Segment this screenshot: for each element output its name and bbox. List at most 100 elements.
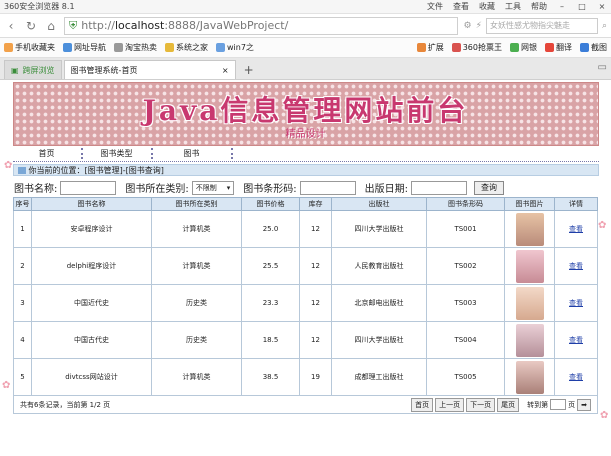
back-icon[interactable]: ‹	[4, 19, 18, 33]
page-number-input[interactable]	[550, 399, 567, 410]
navigation-bar: ‹ ↻ ⌂ ⛨ http://localhost:8888/JavaWebPro…	[0, 14, 611, 38]
tab-close-icon[interactable]: ×	[222, 66, 229, 75]
cell-no: 2	[13, 247, 32, 285]
cell-price: 23.3	[241, 284, 300, 322]
menu-tools[interactable]: 工具	[505, 1, 521, 12]
cell-type: 计算机类	[151, 247, 242, 285]
book-thumbnail[interactable]	[515, 323, 544, 357]
cell-type: 历史类	[151, 321, 242, 359]
book-thumbnail[interactable]	[515, 249, 544, 283]
cell-barcode: TS002	[426, 247, 505, 285]
cell-image	[504, 247, 555, 285]
home-icon[interactable]: ⌂	[44, 19, 58, 33]
new-tab-button[interactable]: +	[238, 60, 260, 79]
close-icon[interactable]: ×	[597, 2, 607, 11]
cell-stock: 12	[299, 284, 332, 322]
translate-icon	[545, 43, 554, 52]
detail-link[interactable]: 查看	[569, 225, 583, 233]
menu-book-types[interactable]: 图书类型	[83, 148, 153, 159]
barcode-input[interactable]	[299, 180, 356, 195]
jump-label: 转到第	[527, 400, 549, 409]
pagination: 共有6条记录，当前第 1/2 页 首页 上一页 下一页 尾页 转到第 页 ➡	[13, 396, 598, 414]
cell-detail: 查看	[554, 247, 598, 285]
ext-bank[interactable]: 网银	[510, 42, 537, 53]
cell-detail: 查看	[554, 358, 598, 396]
minimize-icon[interactable]: –	[557, 2, 567, 11]
book-name-input[interactable]	[60, 180, 117, 195]
record-summary: 共有6条记录，当前第 1/2 页	[20, 400, 111, 409]
tab-list-icon[interactable]: ▭	[598, 62, 607, 73]
tab-label: 图书管理系统-首页	[70, 65, 138, 75]
bookmark-mobile[interactable]: 手机收藏夹	[4, 42, 55, 53]
refresh-icon[interactable]: ↻	[24, 19, 38, 33]
ext-extensions[interactable]: 扩展	[416, 42, 444, 53]
address-bar[interactable]: ⛨ http://localhost:8888/JavaWebProject/	[64, 16, 458, 35]
book-thumbnail[interactable]	[515, 286, 544, 320]
tab-book-system[interactable]: 图书管理系统-首页 ×	[63, 60, 236, 79]
first-page-button[interactable]: 首页	[411, 397, 434, 412]
bookmark-win7[interactable]: win7之	[216, 42, 254, 53]
menu-view[interactable]: 查看	[453, 1, 469, 12]
bookmark-system[interactable]: 系统之家	[165, 42, 208, 53]
last-page-button[interactable]: 尾页	[497, 397, 520, 412]
settings-icon[interactable]: ⚙	[464, 21, 472, 31]
screen-icon: ▣	[11, 65, 19, 75]
table-row: 4 中国古代史 历史类 18.5 12 四川大学出版社 TS004 查看	[13, 321, 598, 359]
cell-publisher: 四川大学出版社	[331, 210, 427, 248]
cell-price: 38.5	[241, 358, 300, 396]
menu-books[interactable]: 图书	[153, 148, 233, 159]
cell-detail: 查看	[554, 284, 598, 322]
menu-home[interactable]: 首页	[13, 148, 83, 159]
ext-tickets[interactable]: 360抢票王	[451, 42, 502, 53]
detail-link[interactable]: 查看	[569, 336, 583, 344]
bookmark-nav[interactable]: 网址导航	[63, 42, 106, 53]
cell-barcode: TS003	[426, 284, 505, 322]
bookmark-taobao[interactable]: 淘宝热卖	[114, 42, 157, 53]
next-page-button[interactable]: 下一页	[466, 397, 496, 412]
ext-translate[interactable]: 翻译	[545, 42, 572, 53]
cell-price: 25.5	[241, 247, 300, 285]
query-button[interactable]: 查询	[474, 180, 505, 195]
flower-decoration: ✿	[600, 410, 609, 421]
detail-link[interactable]: 查看	[569, 299, 583, 307]
chevron-down-icon: ▾	[226, 183, 231, 192]
book-type-select[interactable]: 不限制 ▾	[191, 180, 235, 195]
book-thumbnail[interactable]	[515, 212, 544, 246]
lightning-icon[interactable]: ⚡	[476, 21, 482, 31]
cell-publisher: 北京邮电出版社	[331, 284, 427, 322]
bookmarks-bar: 手机收藏夹 网址导航 淘宝热卖 系统之家 win7之 扩展 360抢票王 网银 …	[0, 38, 611, 58]
search-icon[interactable]: ⌕	[602, 21, 607, 31]
barcode-label: 图书条形码:	[243, 184, 297, 195]
prev-page-button[interactable]: 上一页	[435, 397, 465, 412]
maximize-icon[interactable]: □	[577, 2, 587, 11]
detail-link[interactable]: 查看	[569, 373, 583, 381]
table-row: 5 divtcss网站设计 计算机类 38.5 19 成都理工出版社 TS005…	[13, 358, 598, 396]
table-row: 1 安卓程序设计 计算机类 25.0 12 四川大学出版社 TS001 查看	[13, 210, 598, 248]
cell-stock: 12	[299, 247, 332, 285]
banner-title: Java信息管理网站前台	[142, 94, 469, 127]
site-menu: 首页 图书类型 图书	[12, 146, 599, 162]
bank-icon	[510, 43, 519, 52]
windows-icon	[216, 43, 225, 52]
ext-screenshot[interactable]: 截图	[580, 42, 607, 53]
cell-image	[504, 210, 555, 248]
col-price: 图书价格	[241, 197, 300, 211]
detail-link[interactable]: 查看	[569, 262, 583, 270]
publish-date-label: 出版日期:	[364, 184, 409, 195]
publish-date-input[interactable]	[411, 180, 468, 195]
go-button[interactable]: ➡	[577, 398, 591, 411]
page-unit-label: 页	[568, 400, 576, 409]
cell-no: 4	[13, 321, 32, 359]
banner-subtitle: 精品设计	[285, 129, 326, 140]
tab-cross-screen[interactable]: ▣ 跨屏浏览	[4, 60, 62, 79]
search-input[interactable]: 女妖性感尤物指尖魅走	[485, 17, 598, 34]
cell-price: 18.5	[241, 321, 300, 359]
page-icon	[114, 43, 123, 52]
menu-file[interactable]: 文件	[427, 1, 443, 12]
book-thumbnail[interactable]	[515, 360, 544, 394]
menu-help[interactable]: 帮助	[531, 1, 547, 12]
menu-favorites[interactable]: 收藏	[479, 1, 495, 12]
cell-name: 安卓程序设计	[31, 210, 152, 248]
cell-barcode: TS004	[426, 321, 505, 359]
system-icon	[165, 43, 174, 52]
